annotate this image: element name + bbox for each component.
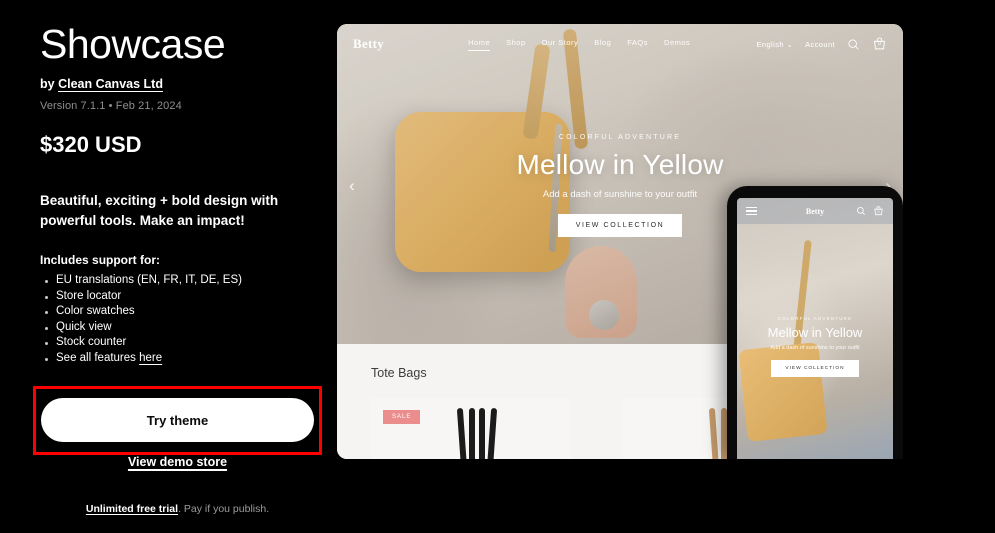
view-demo-store: View demo store — [41, 455, 314, 469]
theme-detail-page: Showcase by Clean Canvas Ltd Version 7.1… — [0, 0, 995, 533]
theme-price: $320 USD — [40, 132, 142, 157]
mobile-navbar: Betty 0 — [737, 198, 893, 224]
product-image-tote-black — [449, 407, 507, 459]
feature-text: EU translations (EN, FR, IT, DE, ES) — [56, 274, 242, 286]
nav-item-our-story[interactable]: Our Story — [542, 38, 579, 50]
nav-item-blog[interactable]: Blog — [594, 38, 611, 50]
nav-item-shop[interactable]: Shop — [506, 38, 526, 50]
search-icon[interactable] — [847, 38, 860, 51]
mobile-hero-text: COLORFUL ADVENTURE Mellow in Yellow Add … — [737, 316, 893, 377]
list-item: Store locator — [40, 289, 330, 305]
cart-icon[interactable]: 0 — [872, 36, 887, 52]
nav-item-demos[interactable]: Demos — [664, 38, 690, 50]
carousel-prev-arrow-icon[interactable]: ‹ — [349, 176, 639, 196]
mobile-view-collection-button[interactable]: VIEW COLLECTION — [771, 360, 859, 377]
support-heading: Includes support for: — [40, 253, 160, 267]
nav-item-faqs[interactable]: FAQs — [627, 38, 648, 50]
feature-text: Stock counter — [56, 336, 127, 348]
feature-text: Color swatches — [56, 305, 135, 317]
mobile-hero-heading: Mellow in Yellow — [767, 325, 863, 340]
mobile-search-icon[interactable] — [856, 206, 866, 216]
theme-tagline: Beautiful, exciting + bold design with p… — [40, 193, 279, 228]
list-item: EU translations (EN, FR, IT, DE, ES) — [40, 273, 330, 289]
mobile-cart-icon[interactable]: 0 — [873, 205, 884, 217]
mobile-hero-eyebrow: COLORFUL ADVENTURE — [777, 316, 853, 321]
list-item: Quick view — [40, 320, 330, 336]
hero-eyebrow: COLORFUL ADVENTURE — [558, 134, 682, 141]
view-demo-store-link[interactable]: View demo store — [128, 455, 227, 469]
trial-note: Unlimited free trial. Pay if you publish… — [41, 503, 314, 515]
chevron-down-icon: ⌄ — [786, 39, 794, 49]
mobile-cart-count-badge: 0 — [877, 208, 880, 214]
version-date: Version 7.1.1 • Feb 21, 2024 — [40, 100, 182, 112]
try-theme-button[interactable]: Try theme — [41, 398, 314, 442]
feature-text: Quick view — [56, 320, 112, 333]
storefront-navbar: Betty Home Shop Our Story Blog FAQs Demo… — [337, 24, 903, 64]
list-item: Color swatches — [40, 304, 330, 320]
list-item: Stock counter — [40, 335, 330, 351]
language-label: English — [756, 39, 784, 49]
mobile-preview-mockup[interactable]: Betty 0 COLORFUL ADVENTURE Mellow in Yel… — [727, 186, 903, 459]
feature-text: Store locator — [56, 289, 122, 302]
cart-count-badge: 0 — [877, 40, 882, 47]
feature-text: See all features — [56, 351, 140, 364]
byline-prefix: by — [40, 77, 59, 91]
feature-list: EU translations (EN, FR, IT, DE, ES) Sto… — [40, 273, 330, 366]
hamburger-menu-icon[interactable] — [746, 204, 757, 217]
mobile-nav-utilities: 0 — [856, 205, 884, 217]
account-link[interactable]: Account — [805, 40, 835, 49]
unlimited-free-trial-link[interactable]: Unlimited free trial — [86, 503, 178, 515]
product-card[interactable]: SALE — [371, 398, 571, 459]
nav-item-home[interactable]: Home — [468, 38, 491, 51]
see-all-features-link[interactable]: here — [139, 352, 162, 364]
page-title: Showcase — [40, 21, 226, 67]
store-nav-utilities: English ⌄ Account 0 — [757, 36, 887, 52]
trial-note-rest: . Pay if you publish. — [178, 503, 270, 515]
mobile-hero-subheading: Add a dash of sunshine to your outfit — [770, 345, 860, 351]
vendor-link[interactable]: Clean Canvas Ltd — [58, 77, 163, 91]
language-selector[interactable]: English ⌄ — [757, 40, 794, 49]
list-item: See all features here — [40, 351, 330, 367]
mobile-screen: Betty 0 COLORFUL ADVENTURE Mellow in Yel… — [737, 198, 893, 459]
theme-byline: by Clean Canvas Ltd — [40, 77, 330, 91]
theme-info-panel: Showcase by Clean Canvas Ltd Version 7.1… — [40, 20, 330, 366]
store-logo[interactable]: Betty — [353, 36, 384, 52]
view-collection-button[interactable]: VIEW COLLECTION — [557, 214, 683, 237]
store-nav-menu: Home Shop Our Story Blog FAQs Demos — [468, 38, 690, 51]
status-badge: SALE — [383, 410, 421, 424]
